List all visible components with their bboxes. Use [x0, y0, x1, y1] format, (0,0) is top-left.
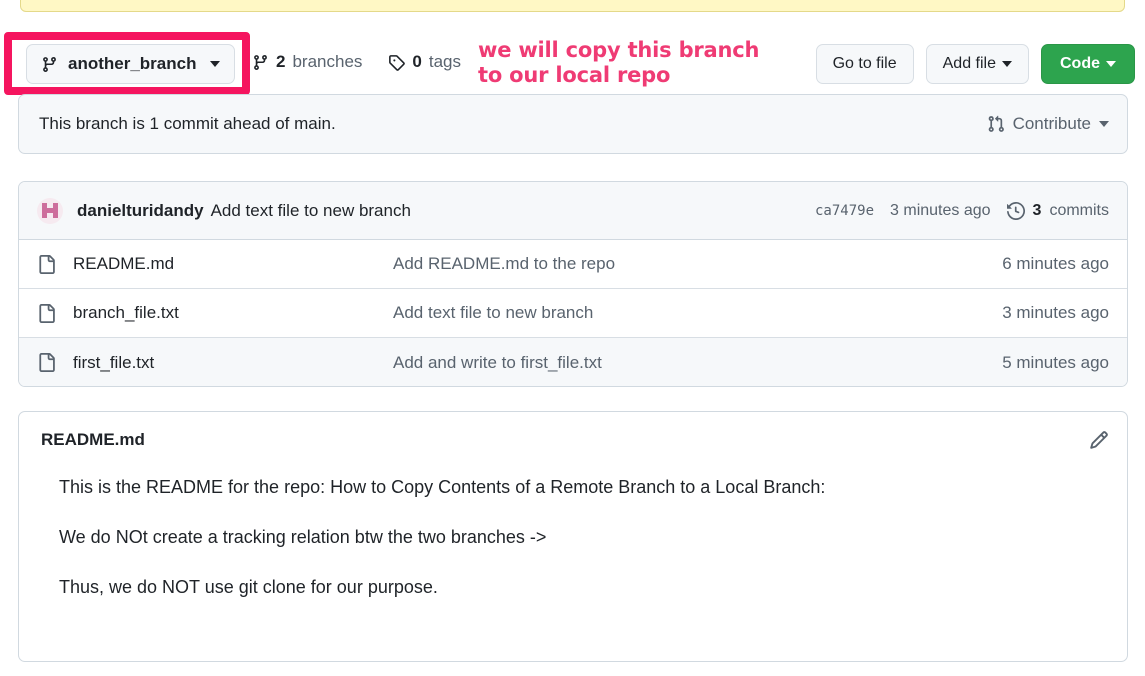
- branch-status-text: This branch is 1 commit ahead of main.: [39, 114, 336, 133]
- commit-author[interactable]: danielturidandy: [77, 201, 204, 221]
- table-row[interactable]: first_file.txt Add and write to first_fi…: [19, 338, 1127, 386]
- repo-page: another_branch 2 branches 0 tags we will…: [0, 0, 1145, 676]
- chevron-down-icon: [210, 61, 221, 67]
- go-to-file-button[interactable]: Go to file: [815, 44, 914, 84]
- commit-meta: ca7479e 3 minutes ago 3 commits: [815, 202, 1109, 220]
- repo-action-buttons: Go to file Add file Code: [815, 44, 1135, 84]
- tags-count-label: tags: [428, 52, 462, 71]
- file-name[interactable]: README.md: [73, 254, 393, 274]
- file-list-panel: danielturidandy Add text file to new bra…: [18, 181, 1128, 387]
- contribute-button[interactable]: Contribute: [987, 114, 1109, 134]
- readme-content: This is the README for the repo: How to …: [19, 450, 1127, 600]
- branches-count[interactable]: 2 branches: [252, 52, 362, 72]
- branch-icon: [41, 56, 58, 73]
- tag-icon: [388, 54, 406, 71]
- go-to-file-label: Go to file: [832, 55, 897, 72]
- commit-sha[interactable]: ca7479e: [815, 203, 874, 219]
- file-time: 6 minutes ago: [1002, 254, 1109, 273]
- readme-paragraph: We do NOt create a tracking relation btw…: [59, 527, 547, 547]
- readme-paragraph: Thus, we do NOT use git clone for our pu…: [59, 577, 438, 597]
- readme-paragraph: This is the README for the repo: How to …: [59, 477, 826, 497]
- branches-count-label: branches: [292, 52, 363, 71]
- file-icon: [37, 303, 57, 323]
- file-commit-message[interactable]: Add README.md to the repo: [393, 254, 959, 274]
- branch-status-panel: This branch is 1 commit ahead of main. C…: [18, 94, 1128, 154]
- tags-count[interactable]: 0 tags: [388, 52, 461, 72]
- readme-panel: README.md This is the README for the rep…: [18, 411, 1128, 662]
- file-icon: [37, 254, 57, 274]
- file-icon: [37, 353, 57, 372]
- commits-count-label: commits: [1049, 201, 1109, 219]
- add-file-button[interactable]: Add file: [925, 44, 1029, 84]
- annotation-text: we will copy this branch to our local re…: [478, 38, 760, 87]
- chevron-down-icon: [1002, 61, 1012, 67]
- file-time: 3 minutes ago: [1002, 303, 1109, 322]
- chevron-down-icon: [1099, 121, 1109, 127]
- commit-time: 3 minutes ago: [890, 201, 991, 219]
- git-pull-request-icon: [987, 115, 1005, 133]
- readme-title: README.md: [41, 430, 145, 449]
- branch-toolbar: another_branch 2 branches 0 tags we will…: [0, 16, 1145, 95]
- latest-commit-header: danielturidandy Add text file to new bra…: [19, 182, 1127, 240]
- code-button[interactable]: Code: [1041, 44, 1135, 84]
- commits-count-value: 3: [1032, 201, 1042, 219]
- contribute-label: Contribute: [1012, 114, 1091, 133]
- history-icon: [1006, 201, 1025, 220]
- tags-count-value: 0: [412, 52, 422, 71]
- readme-header: README.md: [19, 412, 1127, 450]
- branch-selector-button[interactable]: another_branch: [26, 44, 236, 84]
- add-file-label: Add file: [942, 55, 996, 72]
- commit-message[interactable]: Add text file to new branch: [211, 201, 411, 221]
- file-name[interactable]: first_file.txt: [73, 353, 393, 373]
- avatar[interactable]: [37, 197, 63, 224]
- table-row[interactable]: README.md Add README.md to the repo 6 mi…: [19, 240, 1127, 289]
- commits-count[interactable]: 3 commits: [1006, 201, 1109, 220]
- file-name[interactable]: branch_file.txt: [73, 303, 393, 323]
- branches-count-value: 2: [276, 52, 286, 71]
- branch-name-label: another_branch: [68, 54, 197, 73]
- repo-meta-counts: 2 branches 0 tags: [252, 52, 461, 72]
- chevron-down-icon: [1106, 61, 1116, 67]
- file-time: 5 minutes ago: [1002, 352, 1109, 372]
- table-row[interactable]: branch_file.txt Add text file to new bra…: [19, 289, 1127, 338]
- file-commit-message[interactable]: Add text file to new branch: [393, 303, 959, 323]
- pencil-icon[interactable]: [1089, 430, 1109, 450]
- code-label: Code: [1060, 55, 1100, 72]
- branch-icon: [252, 54, 269, 71]
- file-commit-message[interactable]: Add and write to first_file.txt: [393, 353, 959, 373]
- notification-banner: [20, 0, 1125, 12]
